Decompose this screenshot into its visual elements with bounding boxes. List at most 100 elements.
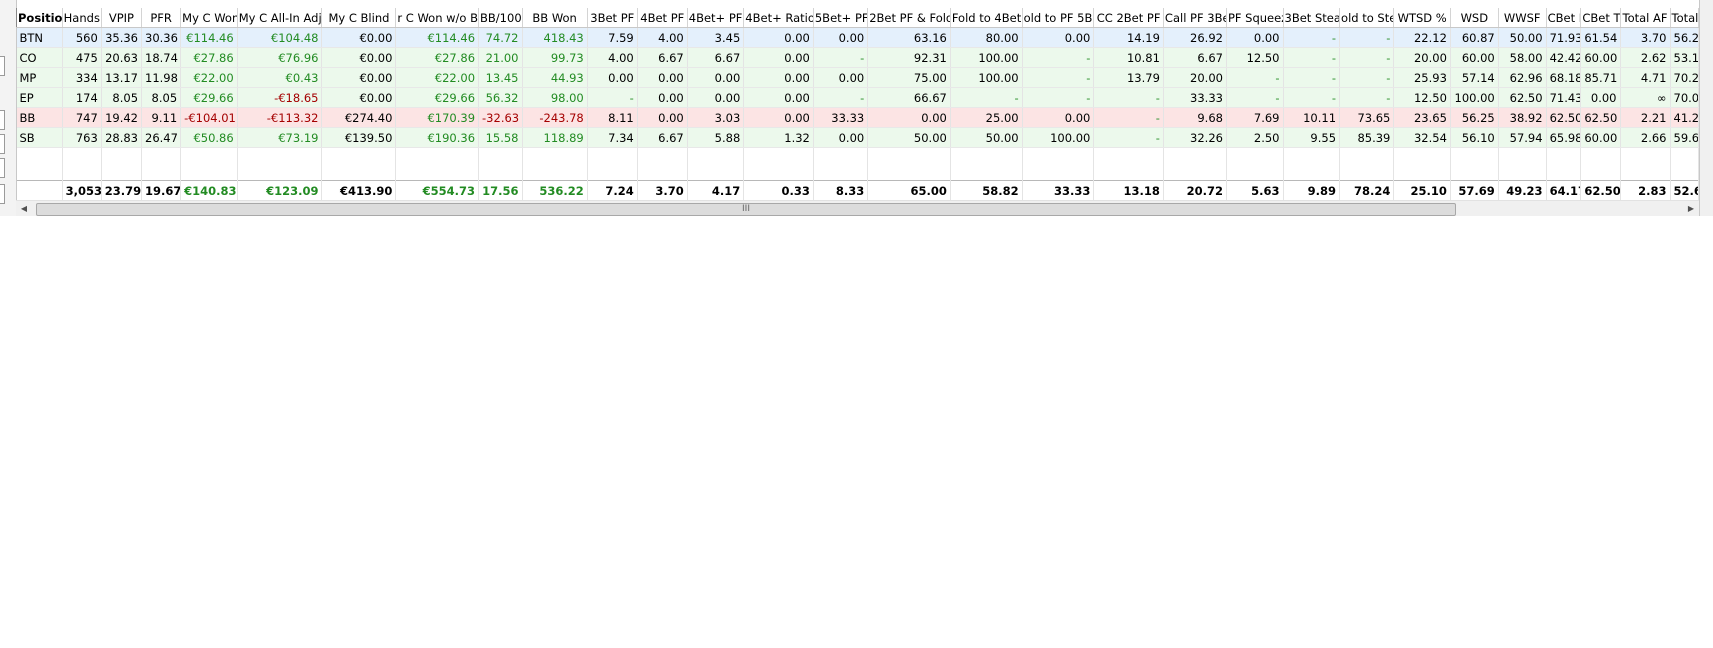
table-cell: 7.69	[1226, 107, 1284, 128]
table-row[interactable]: BB 747 19.42 9.11 -€104.01 -€113.32 €274.40 €17…	[16, 107, 1699, 128]
table-cell: 26.92	[1163, 27, 1227, 48]
column-header[interactable]: old to PF 5Bet	[1022, 8, 1095, 28]
table-row[interactable]: MP 334 13.17 11.98 €22.00 €0.43 €0.00 €22.00 13.…	[16, 67, 1699, 88]
side-tab[interactable]	[0, 134, 5, 154]
column-header[interactable]: My C All-In Adj	[237, 8, 323, 28]
column-header[interactable]: WWSF	[1498, 8, 1547, 28]
column-header[interactable]: PF Squeeze	[1226, 8, 1284, 28]
table-cell: 118.89	[522, 127, 588, 148]
column-header[interactable]: Position	[16, 8, 63, 28]
column-header[interactable]: WSD	[1450, 8, 1499, 28]
table-cell: -	[813, 47, 869, 68]
side-tab[interactable]	[0, 110, 5, 130]
column-header[interactable]: 3Bet Steal	[1283, 8, 1341, 28]
table-cell: 0.00	[637, 107, 688, 128]
column-header[interactable]: 4Bet+ Ratio	[743, 8, 814, 28]
empty-cell	[1226, 164, 1284, 181]
column-header[interactable]: CBet T	[1580, 8, 1621, 28]
empty-cell	[687, 147, 745, 164]
empty-cell	[101, 147, 143, 164]
table-row[interactable]: BTN 560 35.36 30.36 €114.46 €104.48 €0.00 €114.…	[16, 27, 1699, 48]
scroll-right-arrow-icon[interactable]: ▶	[1683, 201, 1699, 216]
column-header[interactable]: Call PF 3Bet	[1163, 8, 1227, 28]
table-cell: 9.68	[1163, 107, 1227, 128]
side-tab[interactable]	[0, 158, 5, 178]
table-cell: €76.96	[237, 47, 323, 68]
column-header[interactable]: 4Bet+ PF	[687, 8, 745, 28]
column-header[interactable]: My C Won	[180, 8, 238, 28]
empty-cell	[1226, 147, 1284, 164]
table-cell: 3,053	[62, 180, 102, 201]
table-cell: ∞	[1620, 87, 1671, 108]
empty-cell	[1022, 147, 1095, 164]
table-cell: 53.1	[1670, 47, 1699, 68]
table-cell: -	[1339, 67, 1395, 88]
column-header[interactable]: old to Stea	[1339, 8, 1395, 28]
table-cell: 560	[62, 27, 102, 48]
scroll-thumb[interactable]: III	[36, 203, 1456, 216]
table-cell: 68.18	[1546, 67, 1582, 88]
table-cell: 74.72	[478, 27, 523, 48]
column-header[interactable]: Total AF	[1620, 8, 1671, 28]
table-cell: 57.14	[1450, 67, 1499, 88]
table-cell: 0.00	[687, 67, 745, 88]
column-header[interactable]: Total AF	[1670, 8, 1699, 28]
table-cell: 0.00	[743, 47, 814, 68]
column-header[interactable]: r C Won w/o Bli	[395, 8, 480, 28]
table-cell: 18.74	[141, 47, 182, 68]
table-cell: 56.32	[478, 87, 523, 108]
side-tab[interactable]	[0, 184, 5, 204]
table-cell: 0.00	[813, 127, 869, 148]
scroll-left-arrow-icon[interactable]: ◀	[16, 201, 32, 216]
empty-cell	[141, 164, 182, 181]
table-cell: 50.00	[867, 127, 951, 148]
table-row[interactable]: CO 475 20.63 18.74 €27.86 €76.96 €0.00 €27.86 21…	[16, 47, 1699, 68]
column-header[interactable]: CC 2Bet PF	[1093, 8, 1164, 28]
table-cell: 8.33	[813, 180, 869, 201]
empty-cell	[321, 147, 397, 164]
horizontal-scrollbar[interactable]: ◀ III ▶	[16, 200, 1699, 216]
column-header[interactable]: WTSD %	[1393, 8, 1451, 28]
table-cell: 60.00	[1580, 47, 1621, 68]
column-header[interactable]: 4Bet PF	[637, 8, 688, 28]
table-cell: 747	[62, 107, 102, 128]
table-cell: 65.00	[867, 180, 951, 201]
empty-cell	[522, 147, 588, 164]
vertical-scrollbar[interactable]	[1699, 0, 1713, 216]
column-header[interactable]: 2Bet PF & Fold	[867, 8, 951, 28]
column-header[interactable]: 5Bet+ PF	[813, 8, 869, 28]
table-row[interactable]: SB 763 28.83 26.47 €50.86 €73.19 €139.50 €190.3…	[16, 127, 1699, 148]
table-cell: €29.66	[395, 87, 480, 108]
table-cell: 58.82	[950, 180, 1023, 201]
column-header[interactable]: Hands	[62, 8, 102, 28]
table-cell: 0.00	[867, 107, 951, 128]
table-cell: 65.98	[1546, 127, 1582, 148]
column-header[interactable]: BB Won	[522, 8, 588, 28]
table-cell: 2.21	[1620, 107, 1671, 128]
table-cell: 9.11	[141, 107, 182, 128]
table-cell: €274.40	[321, 107, 397, 128]
table-cell: 6.67	[1163, 47, 1227, 68]
table-cell: €27.86	[395, 47, 480, 68]
table-cell: 50.00	[950, 127, 1023, 148]
table-row[interactable]: EP 174 8.05 8.05 €29.66 -€18.65 €0.00 €29.66 56.…	[16, 87, 1699, 108]
column-header[interactable]: PFR	[141, 8, 182, 28]
table-cell: -	[1093, 107, 1164, 128]
table-cell: 62.50	[1546, 107, 1582, 128]
table-cell: 25.10	[1393, 180, 1451, 201]
table-cell: 56.2	[1670, 27, 1699, 48]
column-header[interactable]: 3Bet PF	[587, 8, 638, 28]
column-header[interactable]: Fold to 4Bet+	[950, 8, 1023, 28]
position-stats-table: PositionHandsVPIPPFRMy C WonMy C All-In …	[16, 8, 1699, 201]
table-cell: €27.86	[180, 47, 238, 68]
column-header[interactable]: VPIP	[101, 8, 143, 28]
table-cell: 62.50	[1498, 87, 1547, 108]
column-header[interactable]: BB/100	[478, 8, 523, 28]
table-cell: CO	[16, 47, 63, 68]
side-tab[interactable]	[0, 56, 5, 76]
column-header[interactable]: CBet F	[1546, 8, 1582, 28]
column-header[interactable]: My C Blind	[321, 8, 397, 28]
table-cell: -	[1226, 87, 1284, 108]
table-cell: 13.45	[478, 67, 523, 88]
empty-cell	[1339, 147, 1395, 164]
